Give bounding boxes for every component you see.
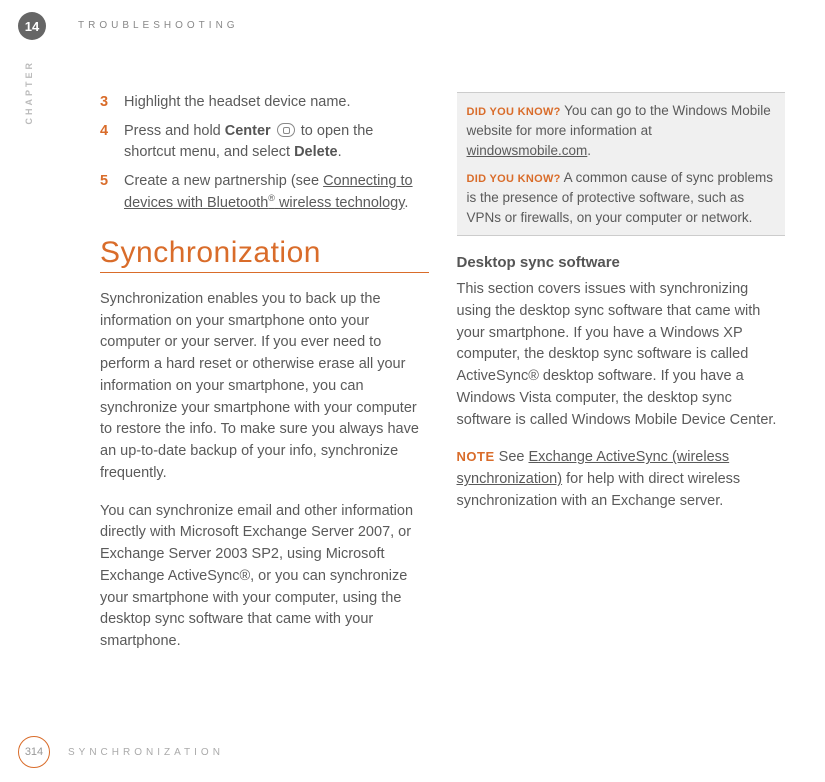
bold: Delete — [294, 144, 338, 160]
text: Create a new partnership (see — [124, 173, 323, 189]
dyk-label: DID YOU KNOW? — [467, 106, 561, 118]
header-title: TROUBLESHOOTING — [78, 20, 239, 31]
footer-title: SYNCHRONIZATION — [68, 747, 224, 758]
step-text: Press and hold Center to open the shortc… — [124, 121, 429, 163]
paragraph: You can synchronize email and other info… — [100, 501, 429, 653]
did-you-know-box: DID YOU KNOW? You can go to the Windows … — [457, 92, 786, 236]
note-paragraph: NOTE See Exchange ActiveSync (wireless s… — [457, 447, 786, 512]
step-number: 5 — [100, 171, 112, 214]
chapter-number-badge: 14 — [18, 12, 46, 40]
section-divider — [100, 272, 429, 273]
text: . — [587, 143, 591, 158]
step-4: 4 Press and hold Center to open the shor… — [100, 121, 429, 163]
right-column: DID YOU KNOW? You can go to the Windows … — [457, 92, 786, 732]
step-5: 5 Create a new partnership (see Connecti… — [100, 171, 429, 214]
content-area: 3 Highlight the headset device name. 4 P… — [100, 92, 785, 732]
dyk-entry: DID YOU KNOW? A common cause of sync pro… — [467, 168, 776, 227]
paragraph: This section covers issues with synchron… — [457, 279, 786, 431]
center-button-icon — [277, 123, 295, 137]
paragraph: Synchronization enables you to back up t… — [100, 289, 429, 485]
subheading: Desktop sync software — [457, 254, 786, 271]
dyk-label: DID YOU KNOW? — [467, 173, 561, 185]
page-number: 314 — [18, 736, 50, 768]
section-heading: Synchronization — [100, 236, 429, 270]
step-number: 4 — [100, 121, 112, 163]
left-column: 3 Highlight the headset device name. 4 P… — [100, 92, 429, 732]
link-windowsmobile[interactable]: windowsmobile.com — [467, 143, 588, 158]
step-3: 3 Highlight the headset device name. — [100, 92, 429, 113]
text: See — [495, 449, 529, 465]
text: . — [404, 195, 408, 211]
step-text: Create a new partnership (see Connecting… — [124, 171, 429, 214]
step-number: 3 — [100, 92, 112, 113]
dyk-entry: DID YOU KNOW? You can go to the Windows … — [467, 101, 776, 160]
text: Press and hold — [124, 123, 225, 139]
footer: 314 SYNCHRONIZATION — [18, 736, 224, 768]
chapter-vertical-label: CHAPTER — [24, 60, 34, 125]
bold: Center — [225, 123, 271, 139]
text: . — [338, 144, 342, 160]
step-text: Highlight the headset device name. — [124, 92, 351, 113]
note-label: NOTE — [457, 449, 495, 464]
registered-mark: ® — [268, 193, 275, 203]
